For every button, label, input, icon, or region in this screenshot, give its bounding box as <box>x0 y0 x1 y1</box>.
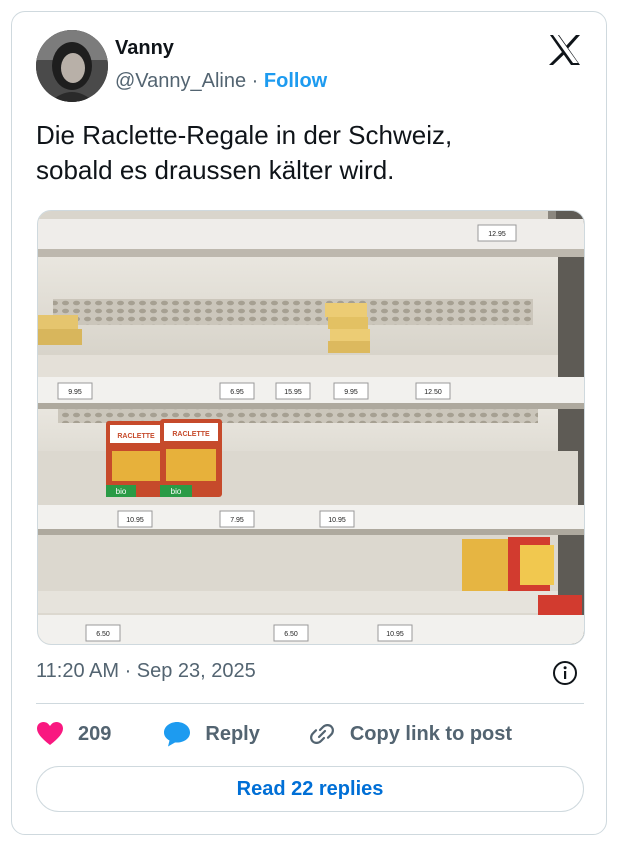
tweet-text-line-1: Die Raclette-Regale in der Schweiz, <box>36 120 453 150</box>
price-tag-8: 7.95 <box>230 517 244 524</box>
tweet-text-line-2: sobald es draussen kälter wird. <box>36 155 395 185</box>
tweet-timestamp[interactable]: 11:20 AM · Sep 23, 2025 <box>36 660 256 683</box>
handle-row: @Vanny_Aline · Follow <box>115 70 327 93</box>
divider <box>36 703 584 704</box>
avatar-image <box>36 30 108 102</box>
price-tag-5: 9.95 <box>344 389 358 396</box>
price-tag-10: 6.50 <box>96 631 110 638</box>
like-button[interactable]: 209 <box>36 721 111 747</box>
price-tag-4: 15.95 <box>284 389 302 396</box>
price-tag-6: 12.50 <box>424 389 442 396</box>
tweet-text: Die Raclette-Regale in der Schweiz, soba… <box>36 118 576 188</box>
reply-button[interactable]: Reply <box>149 721 260 747</box>
bio-label-1: bio <box>116 487 127 496</box>
package-label-1: RACLETTE <box>117 433 155 440</box>
price-tag-2: 9.95 <box>68 389 82 396</box>
reply-bubble-icon <box>163 721 191 747</box>
supermarket-shelf-image: RACLETTE bio RACLETTE bio 12.95 9.95 6.9… <box>38 211 584 644</box>
action-bar: 209 Reply Copy link to post <box>36 718 512 750</box>
x-logo-icon[interactable] <box>548 34 582 66</box>
link-icon <box>308 721 336 747</box>
price-tag-9: 10.95 <box>328 517 346 524</box>
bio-label-2: bio <box>171 487 182 496</box>
tweet-photo[interactable]: RACLETTE bio RACLETTE bio 12.95 9.95 6.9… <box>37 210 585 645</box>
info-icon[interactable] <box>552 660 578 686</box>
avatar[interactable] <box>36 30 108 102</box>
price-tag-11: 6.50 <box>284 631 298 638</box>
read-replies-button[interactable]: Read 22 replies <box>36 766 584 812</box>
package-label-2: RACLETTE <box>172 431 210 438</box>
price-tag-12: 10.95 <box>386 631 404 638</box>
price-tag-1: 12.95 <box>488 231 506 238</box>
tweet-card: Vanny @Vanny_Aline · Follow Die Raclette… <box>11 11 607 835</box>
follow-button[interactable]: Follow <box>264 70 327 92</box>
display-name[interactable]: Vanny <box>115 37 174 60</box>
heart-icon <box>36 721 64 747</box>
like-count: 209 <box>78 722 112 745</box>
copy-link-label: Copy link to post <box>349 722 513 745</box>
handle-separator: · <box>246 70 264 92</box>
price-tag-3: 6.95 <box>230 389 244 396</box>
copy-link-button[interactable]: Copy link to post <box>294 721 512 747</box>
reply-label: Reply <box>205 722 260 745</box>
price-tag-7: 10.95 <box>126 517 144 524</box>
user-handle[interactable]: @Vanny_Aline <box>115 70 246 92</box>
